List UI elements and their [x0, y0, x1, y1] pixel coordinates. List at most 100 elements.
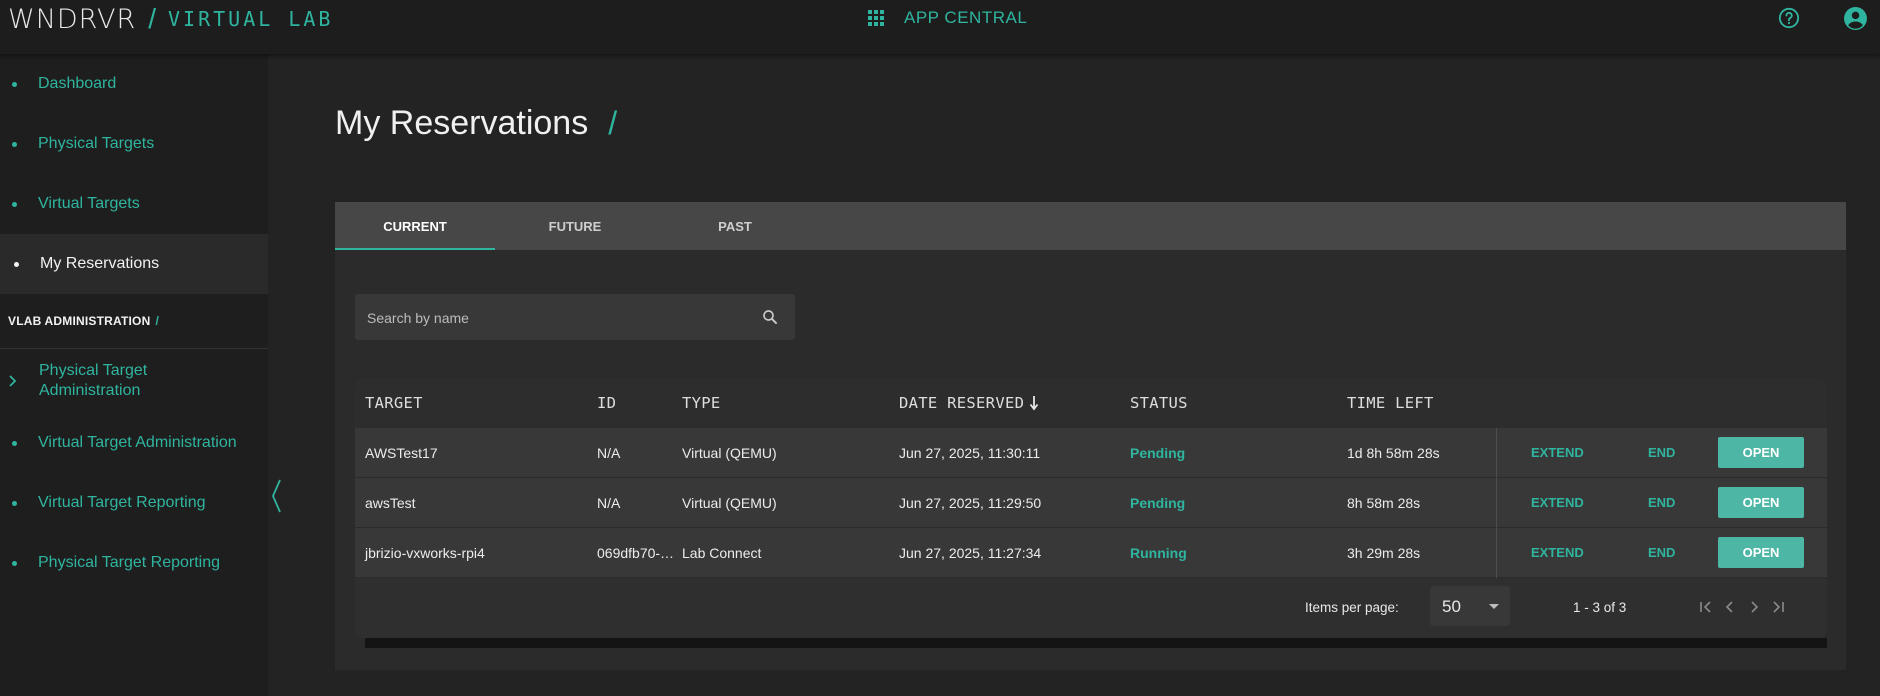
items-per-page-select[interactable]: 50 [1430, 586, 1510, 626]
page-title: My Reservations / [335, 104, 617, 143]
tab-future[interactable]: FUTURE [495, 202, 655, 250]
tab-label: PAST [718, 218, 752, 234]
cell-target: AWSTest17 [365, 444, 438, 461]
sidebar-item-label: Virtual Targets [38, 195, 140, 212]
items-per-page-value: 50 [1442, 597, 1461, 616]
sidebar-item-label: Physical Targets [38, 135, 155, 152]
actions-divider [1496, 478, 1497, 528]
account-circle-icon[interactable] [1843, 6, 1868, 31]
cell-id: 069dfb70-… [597, 544, 675, 561]
reservations-panel: CURRENT FUTURE PAST TARGET ID TYPE DATE … [335, 202, 1846, 670]
next-page-icon[interactable] [1745, 598, 1763, 616]
table-row[interactable]: awsTest N/A Virtual (QEMU) Jun 27, 2025,… [355, 478, 1827, 528]
table-header: TARGET ID TYPE DATE RESERVED STATUS TIME… [355, 378, 1827, 428]
bullet-icon [14, 261, 19, 267]
actions-divider [1496, 428, 1497, 478]
column-header-type[interactable]: TYPE [682, 378, 721, 428]
admin-header-slash: / [155, 314, 160, 328]
cell-status: Pending [1130, 494, 1186, 511]
cell-target: jbrizio-vxworks-rpi4 [365, 544, 485, 561]
bullet-icon [12, 560, 17, 566]
column-header-id[interactable]: ID [597, 378, 616, 428]
brand[interactable]: WNDRVR / VIRTUAL LAB [8, 3, 333, 35]
actions-divider [1496, 528, 1497, 578]
cell-date-reserved: Jun 27, 2025, 11:30:11 [899, 444, 1041, 461]
items-per-page-label: Items per page: [1305, 600, 1399, 615]
table-row[interactable]: AWSTest17 N/A Virtual (QEMU) Jun 27, 202… [355, 428, 1827, 478]
extend-button[interactable]: EXTEND [1531, 428, 1584, 477]
extend-button[interactable]: EXTEND [1531, 478, 1584, 527]
extend-button[interactable]: EXTEND [1531, 528, 1584, 577]
dropdown-caret-icon [1489, 604, 1499, 609]
tab-bar: CURRENT FUTURE PAST [335, 202, 1846, 250]
cell-target: awsTest [365, 494, 416, 511]
search-input[interactable] [365, 294, 749, 342]
reservations-table: TARGET ID TYPE DATE RESERVED STATUS TIME… [355, 378, 1827, 638]
first-page-icon[interactable] [1697, 598, 1715, 616]
end-button[interactable]: END [1648, 478, 1675, 527]
cell-type: Virtual (QEMU) [682, 494, 777, 511]
chevron-right-icon [9, 375, 17, 387]
end-button[interactable]: END [1648, 428, 1675, 477]
tab-label: CURRENT [383, 218, 447, 234]
open-button[interactable]: OPEN [1718, 487, 1804, 518]
sidebar-item-label: Virtual Target Administration [38, 434, 237, 451]
sidebar-item-dashboard[interactable]: Dashboard [0, 54, 268, 114]
open-button[interactable]: OPEN [1718, 437, 1804, 468]
column-header-date-reserved[interactable]: DATE RESERVED [899, 378, 1039, 428]
tab-label: FUTURE [548, 218, 602, 234]
cell-type: Virtual (QEMU) [682, 444, 777, 461]
brand-logo: WNDRVR [8, 3, 137, 35]
cell-time-left: 8h 58m 28s [1347, 494, 1421, 511]
sidebar-item-physical-target-reporting[interactable]: Physical Target Reporting [0, 533, 268, 593]
sidebar-item-virtual-target-reporting[interactable]: Virtual Target Reporting [0, 473, 268, 533]
bullet-icon [12, 81, 17, 87]
open-button[interactable]: OPEN [1718, 537, 1804, 568]
app-central-button[interactable]: APP CENTRAL [868, 8, 1027, 28]
column-header-time-left[interactable]: TIME LEFT [1347, 378, 1434, 428]
sidebar-collapse-icon[interactable] [270, 478, 282, 514]
cell-id: N/A [597, 444, 621, 461]
page-title-slash: / [608, 105, 618, 141]
sidebar-item-label: Dashboard [38, 75, 117, 92]
cell-status: Running [1130, 544, 1187, 561]
sidebar: Dashboard Physical Targets Virtual Targe… [0, 54, 268, 696]
search-box [355, 294, 795, 342]
cell-time-left: 3h 29m 28s [1347, 544, 1421, 561]
tab-past[interactable]: PAST [655, 202, 815, 250]
table-bottom-edge [365, 638, 1827, 648]
cell-date-reserved: Jun 27, 2025, 11:27:34 [899, 544, 1042, 561]
end-button[interactable]: END [1648, 528, 1675, 577]
sidebar-item-virtual-targets[interactable]: Virtual Targets [0, 174, 268, 234]
paginator: Items per page: 50 1 - 3 of 3 [355, 578, 1827, 638]
sidebar-item-label: Virtual Target Reporting [38, 494, 206, 511]
app-central-label: APP CENTRAL [904, 8, 1028, 27]
sort-arrow-down-icon [1030, 396, 1039, 411]
admin-section-header: VLAB ADMINISTRATION / [0, 294, 268, 349]
bullet-icon [12, 141, 17, 147]
sidebar-item-physical-target-administration[interactable]: Physical Target Administration [0, 349, 268, 413]
sidebar-item-label: My Reservations [40, 255, 160, 272]
column-header-target[interactable]: TARGET [365, 378, 423, 428]
cell-status: Pending [1130, 444, 1186, 461]
last-page-icon[interactable] [1769, 598, 1787, 616]
column-header-status[interactable]: STATUS [1130, 378, 1188, 428]
search-icon[interactable] [761, 308, 779, 326]
sidebar-item-physical-targets[interactable]: Physical Targets [0, 114, 268, 174]
cell-date-reserved: Jun 27, 2025, 11:29:50 [899, 494, 1042, 511]
cell-type: Lab Connect [682, 544, 762, 561]
table-row[interactable]: jbrizio-vxworks-rpi4 069dfb70-… Lab Conn… [355, 528, 1827, 578]
cell-time-left: 1d 8h 58m 28s [1347, 444, 1440, 461]
sidebar-item-label: Physical Target Administration [39, 362, 148, 399]
bullet-icon [12, 201, 17, 207]
admin-header-label: VLAB ADMINISTRATION [8, 314, 151, 328]
tab-current[interactable]: CURRENT [335, 202, 495, 250]
help-icon[interactable] [1778, 7, 1800, 29]
sidebar-item-virtual-target-administration[interactable]: Virtual Target Administration [0, 413, 268, 473]
bullet-icon [12, 500, 17, 506]
cell-id: N/A [597, 494, 621, 511]
sidebar-item-label: Physical Target Reporting [38, 554, 221, 571]
sidebar-item-my-reservations[interactable]: My Reservations [0, 234, 268, 294]
previous-page-icon[interactable] [1721, 598, 1739, 616]
brand-slash: / [148, 3, 156, 34]
